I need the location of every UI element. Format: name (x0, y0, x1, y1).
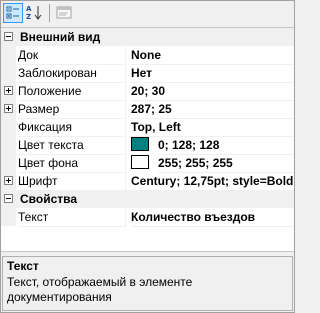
category-label: Внешний вид (20, 30, 101, 44)
property-pages-button[interactable] (55, 3, 75, 23)
property-row[interactable]: Цвет фона 255; 255; 255 (1, 154, 294, 173)
svg-text:A: A (26, 5, 32, 13)
property-row[interactable]: Цвет текста 0; 128; 128 (1, 136, 294, 155)
property-value[interactable]: Нет (131, 64, 294, 83)
alphabetical-sort-icon: A Z (26, 5, 42, 21)
toolbar: A Z (1, 1, 294, 25)
toolbar-separator (49, 4, 50, 22)
property-name: Цвет фона (18, 154, 126, 173)
help-title: Текст (7, 259, 39, 273)
property-value[interactable]: 20; 30 (131, 82, 294, 101)
property-row-selected[interactable]: Текст Количество въездов (1, 208, 294, 227)
expand-icon[interactable] (4, 176, 13, 185)
category-appearance[interactable]: Внешний вид (1, 28, 294, 46)
alphabetical-button[interactable]: A Z (25, 3, 45, 23)
property-value[interactable]: Top, Left (131, 118, 294, 137)
expand-icon[interactable] (4, 104, 13, 113)
property-row[interactable]: Шрифт Century; 12,75pt; style=Bold (1, 172, 294, 191)
property-pages-icon (56, 6, 72, 19)
property-name: Док (18, 46, 126, 65)
category-properties[interactable]: Свойства (1, 190, 294, 208)
property-value[interactable]: Century; 12,75pt; style=Bold (131, 172, 294, 191)
collapse-icon[interactable] (4, 32, 13, 41)
categorized-button[interactable] (3, 3, 23, 23)
svg-text:Z: Z (26, 13, 31, 21)
property-row[interactable]: Док None (1, 46, 294, 65)
category-label: Свойства (20, 192, 78, 206)
property-value[interactable]: Количество въездов (131, 208, 294, 227)
help-description: Текст, отображаемый в элементе документи… (7, 275, 193, 304)
property-name: Текст (18, 208, 126, 227)
property-name: Фиксация (18, 118, 126, 137)
property-name: Цвет текста (18, 136, 126, 155)
property-name: Размер (18, 100, 126, 119)
categorized-icon (6, 6, 19, 19)
property-list: Внешний вид Док None Заблокирован Нет По… (1, 27, 294, 252)
property-value[interactable]: 287; 25 (131, 100, 294, 119)
property-value[interactable]: 255; 255; 255 (158, 154, 294, 173)
property-grid: A Z Внешний вид Док None Заблокирован Не… (0, 0, 295, 313)
expand-icon[interactable] (4, 86, 13, 95)
property-row[interactable]: Фиксация Top, Left (1, 118, 294, 137)
help-panel: Текст Текст, отображаемый в элементе док… (2, 256, 293, 311)
property-row[interactable]: Размер 287; 25 (1, 100, 294, 119)
collapse-icon[interactable] (4, 194, 13, 203)
property-value[interactable]: 0; 128; 128 (158, 136, 294, 155)
color-swatch (131, 155, 149, 169)
property-name: Заблокирован (18, 64, 126, 83)
property-name: Положение (18, 82, 126, 101)
property-row[interactable]: Заблокирован Нет (1, 64, 294, 83)
property-name: Шрифт (18, 172, 126, 191)
color-swatch (131, 137, 149, 151)
property-value[interactable]: None (131, 46, 294, 65)
property-row[interactable]: Положение 20; 30 (1, 82, 294, 101)
